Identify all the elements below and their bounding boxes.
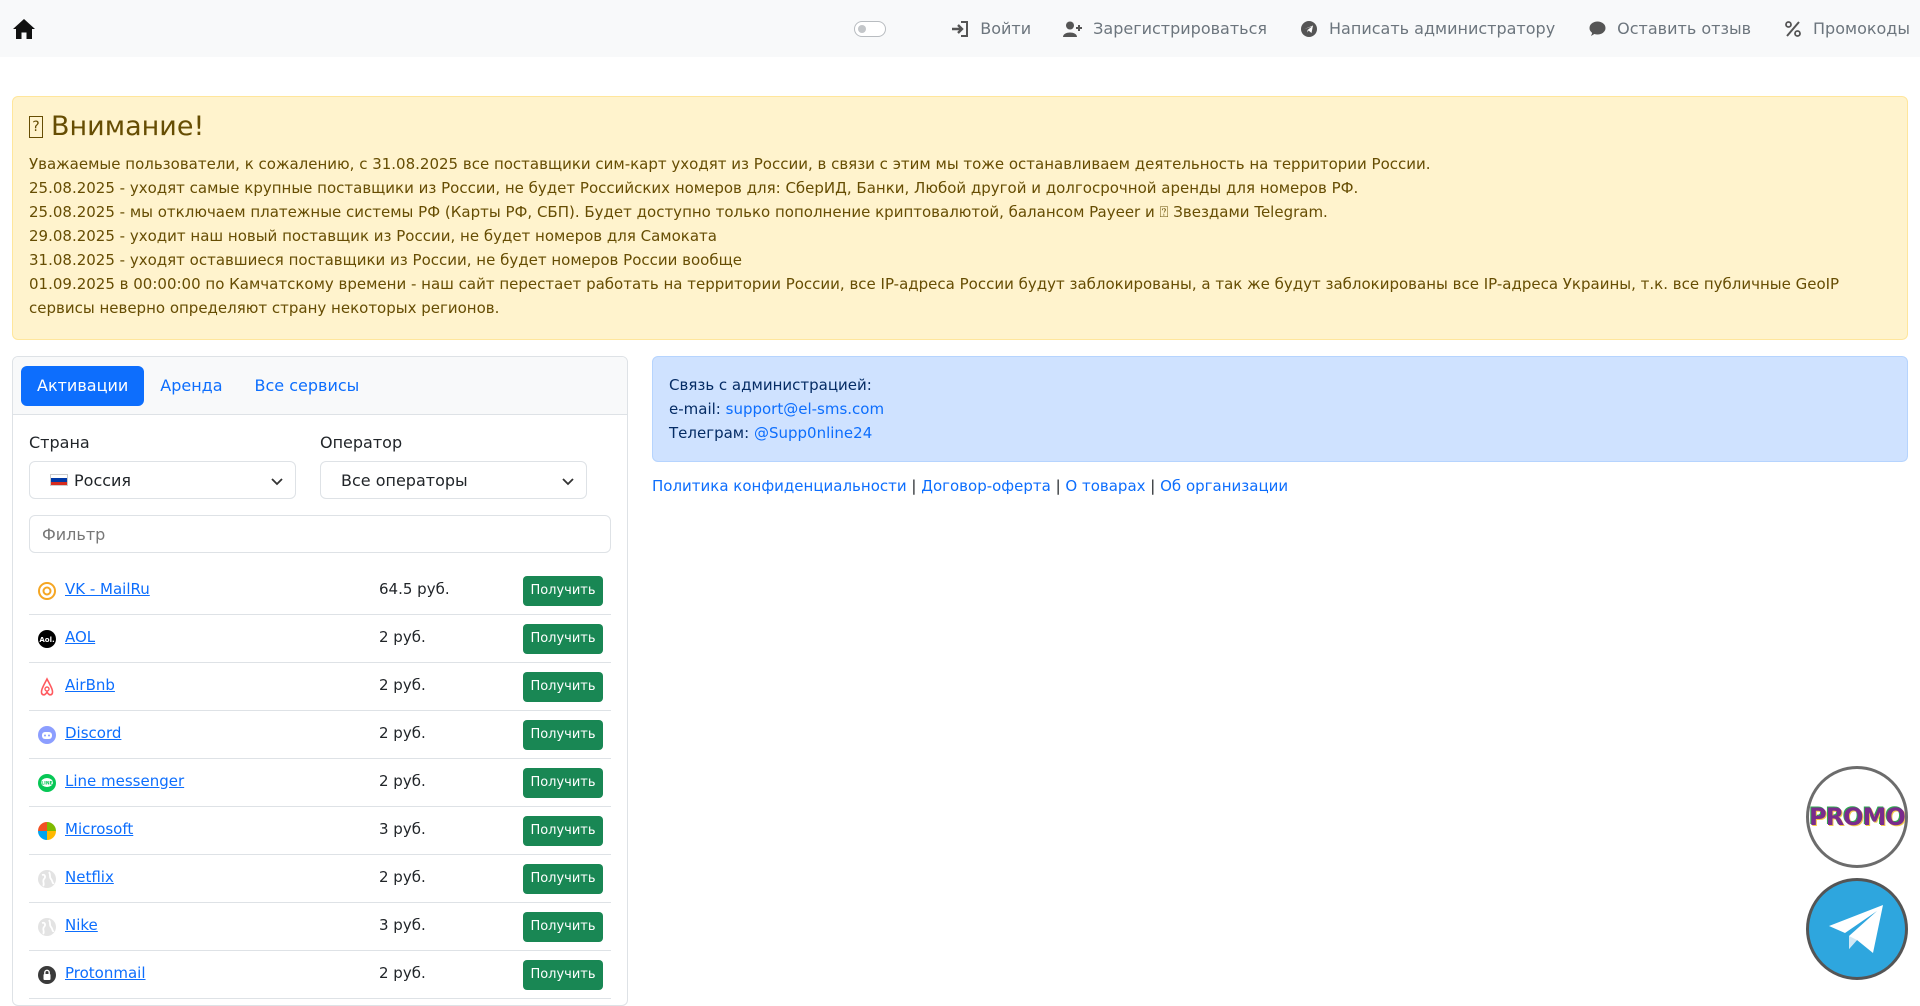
tabs-bar: Активации Аренда Все сервисы xyxy=(13,357,627,415)
service-name-link[interactable]: Netflix xyxy=(65,868,365,886)
sign-in-icon xyxy=(950,20,970,38)
telegram-link[interactable]: @Supp0nline24 xyxy=(754,424,872,442)
list-item: VK - MailRu 64.5 руб. Получить xyxy=(29,567,611,615)
privacy-policy-link[interactable]: Политика конфиденциальности xyxy=(652,477,907,495)
service-price: 3 руб. xyxy=(379,915,426,934)
telegram-label: Телеграм: xyxy=(669,424,750,442)
footer-links: Политика конфиденциальности | Договор-оф… xyxy=(652,477,1289,495)
service-price: 2 руб. xyxy=(379,771,426,790)
operator-label: Оператор xyxy=(320,433,403,452)
user-plus-icon xyxy=(1063,20,1083,38)
globe-icon xyxy=(37,917,57,937)
login-link[interactable]: Войти xyxy=(950,19,1031,38)
contact-info-box: Связь с администрацией: e-mail: support@… xyxy=(652,356,1908,462)
warning-icon: ? xyxy=(29,115,43,138)
discord-icon xyxy=(37,725,57,745)
list-item: Microsoft 3 руб. Получить xyxy=(29,807,611,855)
country-select[interactable]: Россия xyxy=(29,461,296,499)
get-button[interactable]: Получить xyxy=(523,623,603,654)
promo-label: PROMO xyxy=(1809,803,1905,831)
telegram-icon xyxy=(1299,20,1319,38)
get-button[interactable]: Получить xyxy=(523,767,603,798)
service-name-link[interactable]: VK - MailRu xyxy=(65,580,365,598)
list-item: Aol. AOL 2 руб. Получить xyxy=(29,615,611,663)
filter-input[interactable] xyxy=(29,515,611,553)
service-name-link[interactable]: AOL xyxy=(65,628,365,646)
get-button[interactable]: Получить xyxy=(523,815,603,846)
write-admin-link[interactable]: Написать администратору xyxy=(1299,19,1555,38)
service-name-link[interactable]: Line messenger xyxy=(65,772,365,790)
get-button[interactable]: Получить xyxy=(523,863,603,894)
alert-line: Уважаемые пользователи, к сожалению, с 3… xyxy=(29,155,1431,173)
tab-rent[interactable]: Аренда xyxy=(144,366,238,406)
alert-title: ? Внимание! xyxy=(29,111,1891,142)
service-price: 2 руб. xyxy=(379,675,426,694)
svg-text:LINE: LINE xyxy=(41,780,52,786)
list-item: LINE Line messenger 2 руб. Получить xyxy=(29,759,611,807)
telegram-floating-button[interactable] xyxy=(1806,878,1908,980)
list-item: AirBnb 2 руб. Получить xyxy=(29,663,611,711)
airbnb-icon xyxy=(37,676,57,697)
chevron-down-icon xyxy=(562,471,574,490)
alert-line: 31.08.2025 - уходят оставшиеся поставщик… xyxy=(29,251,742,269)
promocodes-link[interactable]: Промокоды xyxy=(1783,19,1910,38)
feedback-link[interactable]: Оставить отзыв xyxy=(1587,19,1751,38)
svg-text:Aol.: Aol. xyxy=(39,636,54,644)
country-label: Страна xyxy=(29,433,90,452)
list-item: Protonmail 2 руб. Получить xyxy=(29,951,611,999)
services-list: VK - MailRu 64.5 руб. Получить Aol. AOL … xyxy=(29,567,611,999)
service-name-link[interactable]: AirBnb xyxy=(65,676,365,694)
theme-toggle[interactable] xyxy=(854,20,887,37)
service-price: 2 руб. xyxy=(379,867,426,886)
get-button[interactable]: Получить xyxy=(523,671,603,702)
tab-activations[interactable]: Активации xyxy=(21,365,145,406)
service-price: 64.5 руб. xyxy=(379,579,450,598)
microsoft-icon xyxy=(37,821,57,841)
get-button[interactable]: Получить xyxy=(523,959,603,990)
get-button[interactable]: Получить xyxy=(523,719,603,750)
service-price: 2 руб. xyxy=(379,723,426,742)
chevron-down-icon xyxy=(271,471,283,490)
list-item: Nike 3 руб. Получить xyxy=(29,903,611,951)
protonmail-icon xyxy=(37,965,57,985)
warning-alert: ? Внимание! Уважаемые пользователи, к сож… xyxy=(12,96,1908,340)
promo-floating-button[interactable]: PROMO xyxy=(1806,766,1908,868)
comment-icon xyxy=(1587,20,1607,38)
service-name-link[interactable]: Discord xyxy=(65,724,365,742)
list-item: Discord 2 руб. Получить xyxy=(29,711,611,759)
email-link[interactable]: support@el-sms.com xyxy=(726,400,884,418)
russia-flag-icon xyxy=(50,474,68,486)
globe-icon xyxy=(37,869,57,889)
alert-line: 29.08.2025 - уходит наш новый поставщик … xyxy=(29,227,717,245)
about-organization-link[interactable]: Об организации xyxy=(1160,477,1288,495)
service-price: 3 руб. xyxy=(379,819,426,838)
top-navbar: Войти Зарегистрироваться Написать админи… xyxy=(0,0,1920,57)
get-button[interactable]: Получить xyxy=(523,575,603,606)
service-price: 2 руб. xyxy=(379,627,426,646)
aol-icon: Aol. xyxy=(37,629,57,649)
alert-line: 01.09.2025 в 00:00:00 по Камчатскому вре… xyxy=(29,275,1840,317)
email-label: e-mail: xyxy=(669,400,721,418)
service-name-link[interactable]: Protonmail xyxy=(65,964,365,982)
mailru-icon xyxy=(37,581,57,601)
alert-line: 25.08.2025 - мы отключаем платежные сист… xyxy=(29,203,1328,221)
operator-select[interactable]: Все операторы xyxy=(320,461,587,499)
contact-title: Связь с администрацией: xyxy=(669,376,872,394)
offer-agreement-link[interactable]: Договор-оферта xyxy=(921,477,1051,495)
service-price: 2 руб. xyxy=(379,963,426,982)
home-icon[interactable] xyxy=(12,17,36,41)
about-goods-link[interactable]: О товарах xyxy=(1065,477,1145,495)
services-card: Активации Аренда Все сервисы Страна Опер… xyxy=(12,356,628,1006)
list-item: Netflix 2 руб. Получить xyxy=(29,855,611,903)
service-name-link[interactable]: Nike xyxy=(65,916,365,934)
register-link[interactable]: Зарегистрироваться xyxy=(1063,19,1267,38)
percent-icon xyxy=(1783,20,1803,38)
telegram-plane-icon xyxy=(1829,905,1883,953)
service-name-link[interactable]: Microsoft xyxy=(65,820,365,838)
get-button[interactable]: Получить xyxy=(523,911,603,942)
tab-all-services[interactable]: Все сервисы xyxy=(239,366,376,406)
alert-line: 25.08.2025 - уходят самые крупные постав… xyxy=(29,179,1359,197)
line-icon: LINE xyxy=(37,773,57,793)
